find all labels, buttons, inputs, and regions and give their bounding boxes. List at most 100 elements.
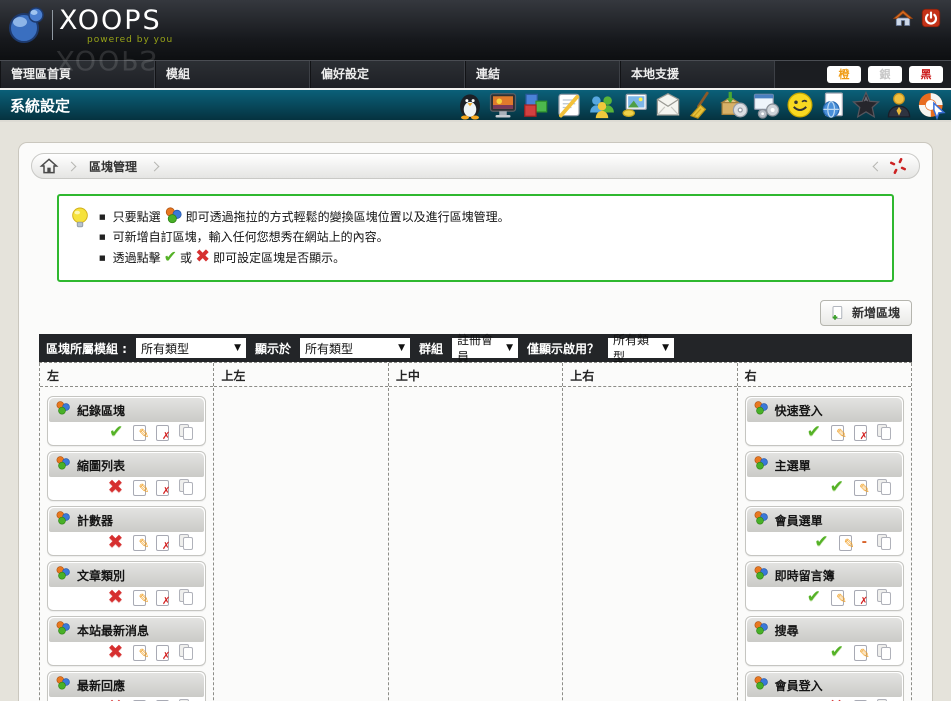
pinwheel-icon[interactable] (887, 155, 909, 177)
clone-icon[interactable] (179, 644, 196, 661)
block-drag-handle[interactable]: 會員登入 (747, 673, 902, 697)
block-drag-handle[interactable]: 文章類別 (49, 563, 204, 587)
block-drag-handle[interactable]: 最新回應 (49, 673, 204, 697)
block-title: 主選單 (775, 457, 811, 474)
check-icon[interactable]: ✔ (164, 247, 177, 266)
toggle-hidden-icon[interactable]: ✖ (107, 588, 123, 607)
delete-icon[interactable]: ✗ (854, 590, 867, 606)
avatars-icon[interactable] (455, 90, 485, 120)
tplsets-icon[interactable] (818, 90, 848, 120)
theme-button-3[interactable]: 黑 (909, 66, 943, 83)
nav-item-4[interactable]: 連結 (465, 61, 620, 88)
userrank-icon[interactable] (851, 90, 881, 120)
power-icon[interactable] (921, 8, 941, 28)
add-block-button[interactable]: 新增區塊 (820, 300, 912, 326)
clone-icon[interactable] (179, 424, 196, 441)
toggle-hidden-icon[interactable]: ✖ (107, 533, 123, 552)
banners-icon[interactable] (488, 90, 518, 120)
block-drag-handle[interactable]: 搜尋 (747, 618, 902, 642)
groups-icon[interactable] (587, 90, 617, 120)
cross-icon[interactable]: ✖ (195, 246, 210, 267)
clone-icon[interactable] (877, 534, 894, 551)
modulesadmin-icon[interactable] (719, 90, 749, 120)
preferences-icon[interactable] (752, 90, 782, 120)
block-drag-handle[interactable]: 本站最新消息 (49, 618, 204, 642)
edit-icon[interactable]: ✎ (854, 645, 867, 661)
theme-button-1[interactable]: 橙 (827, 66, 861, 83)
tip-item-1: 只要點選即可透過拖拉的方式輕鬆的變換區塊位置以及進行區塊管理。 (99, 206, 510, 227)
blocks-icon[interactable] (521, 90, 551, 120)
clone-icon[interactable] (877, 424, 894, 441)
users-icon[interactable] (884, 90, 914, 120)
delete-icon[interactable]: ✗ (156, 480, 169, 496)
main-panel: 區塊管理 只要點選即可透過拖拉的方式輕鬆的變換區塊位置以及進行區塊管理。可新增自… (18, 142, 933, 701)
logo-text: XOOPS (59, 4, 173, 38)
filter-select-1[interactable]: 所有類型▼ (136, 338, 246, 358)
filter-select-3[interactable]: 註冊會員▼ (452, 338, 518, 358)
nav-item-3[interactable]: 偏好設定 (310, 61, 465, 88)
clone-icon[interactable] (877, 589, 894, 606)
block-card: 搜尋 ✔ ✎ (745, 616, 904, 666)
clone-icon[interactable] (179, 479, 196, 496)
theme-button-2[interactable]: 銀 (868, 66, 902, 83)
tips-box: 只要點選即可透過拖拉的方式輕鬆的變換區塊位置以及進行區塊管理。可新增自訂區塊，輸… (57, 194, 894, 282)
nav-item-2[interactable]: 模組 (155, 61, 310, 88)
comments-icon[interactable] (554, 90, 584, 120)
block-drag-handle[interactable]: 計數器 (49, 508, 204, 532)
toggle-visible-icon[interactable]: ✔ (807, 424, 821, 441)
column-header: 上中 (389, 363, 562, 387)
blocks-mini-icon (753, 620, 769, 640)
logo-reflection: XOOPS (56, 44, 159, 75)
edit-icon[interactable]: ✎ (133, 425, 146, 441)
edit-icon[interactable]: ✎ (133, 480, 146, 496)
filter-label-3: 群組 (419, 340, 443, 357)
mailusers-icon[interactable] (653, 90, 683, 120)
toggle-visible-icon[interactable]: ✔ (807, 589, 821, 606)
clone-icon[interactable] (877, 644, 894, 661)
toggle-visible-icon[interactable]: ✔ (814, 534, 828, 551)
edit-icon[interactable]: ✎ (133, 590, 146, 606)
delete-icon[interactable]: ✗ (156, 425, 169, 441)
filter-select-2[interactable]: 所有類型▼ (300, 338, 410, 358)
clone-icon[interactable] (179, 589, 196, 606)
block-drag-handle[interactable]: 紀錄區塊 (49, 398, 204, 422)
toggle-visible-icon[interactable]: ✔ (830, 644, 844, 661)
filter-bar: 區塊所屬模組 :所有類型▼顯示於所有類型▼群組註冊會員▼僅顯示啟用？所有類型▼ (39, 334, 912, 362)
nav-item-5[interactable]: 本地支援 (620, 61, 775, 88)
maintenance-icon[interactable] (686, 90, 716, 120)
delete-icon[interactable]: ✗ (854, 425, 867, 441)
dropdown-caret-icon: ▼ (506, 343, 513, 353)
block-card: 主選單 ✔ ✎ (745, 451, 904, 501)
breadcrumb-home-icon[interactable] (32, 156, 66, 176)
clone-icon[interactable] (877, 479, 894, 496)
edit-icon[interactable]: ✎ (133, 535, 146, 551)
edit-icon[interactable]: ✎ (831, 425, 844, 441)
delete-icon[interactable]: ✗ (156, 645, 169, 661)
filter-select-4[interactable]: 所有類型▼ (608, 338, 674, 358)
delete-icon[interactable]: ✗ (156, 590, 169, 606)
images-icon[interactable] (620, 90, 650, 120)
filter-select-value: 註冊會員 (457, 331, 500, 365)
tip-item-2: 可新增自訂區塊，輸入任何您想秀在網站上的內容。 (99, 227, 510, 247)
block-card: 計數器✖ ✎ ✗ (47, 506, 206, 556)
delete-icon[interactable]: ✗ (156, 535, 169, 551)
block-drag-handle[interactable]: 快速登入 (747, 398, 902, 422)
block-drag-handle[interactable]: 主選單 (747, 453, 902, 477)
toggle-hidden-icon[interactable]: ✖ (107, 643, 123, 662)
home-icon[interactable] (893, 8, 913, 28)
toggle-visible-icon[interactable]: ✔ (830, 479, 844, 496)
block-drag-handle[interactable]: 縮圖列表 (49, 453, 204, 477)
edit-icon[interactable]: ✎ (839, 535, 852, 551)
toggle-hidden-icon[interactable]: ✖ (107, 478, 123, 497)
block-card: 本站最新消息✖ ✎ ✗ (47, 616, 206, 666)
block-drag-handle[interactable]: 會員選單 (747, 508, 902, 532)
edit-icon[interactable]: ✎ (831, 590, 844, 606)
help-icon[interactable] (917, 90, 947, 120)
block-drag-handle[interactable]: 即時留言簿 (747, 563, 902, 587)
toggle-visible-icon[interactable]: ✔ (109, 424, 123, 441)
blocks-mini-icon (55, 565, 71, 585)
edit-icon[interactable]: ✎ (133, 645, 146, 661)
edit-icon[interactable]: ✎ (854, 480, 867, 496)
smilies-icon[interactable] (785, 90, 815, 120)
clone-icon[interactable] (179, 534, 196, 551)
